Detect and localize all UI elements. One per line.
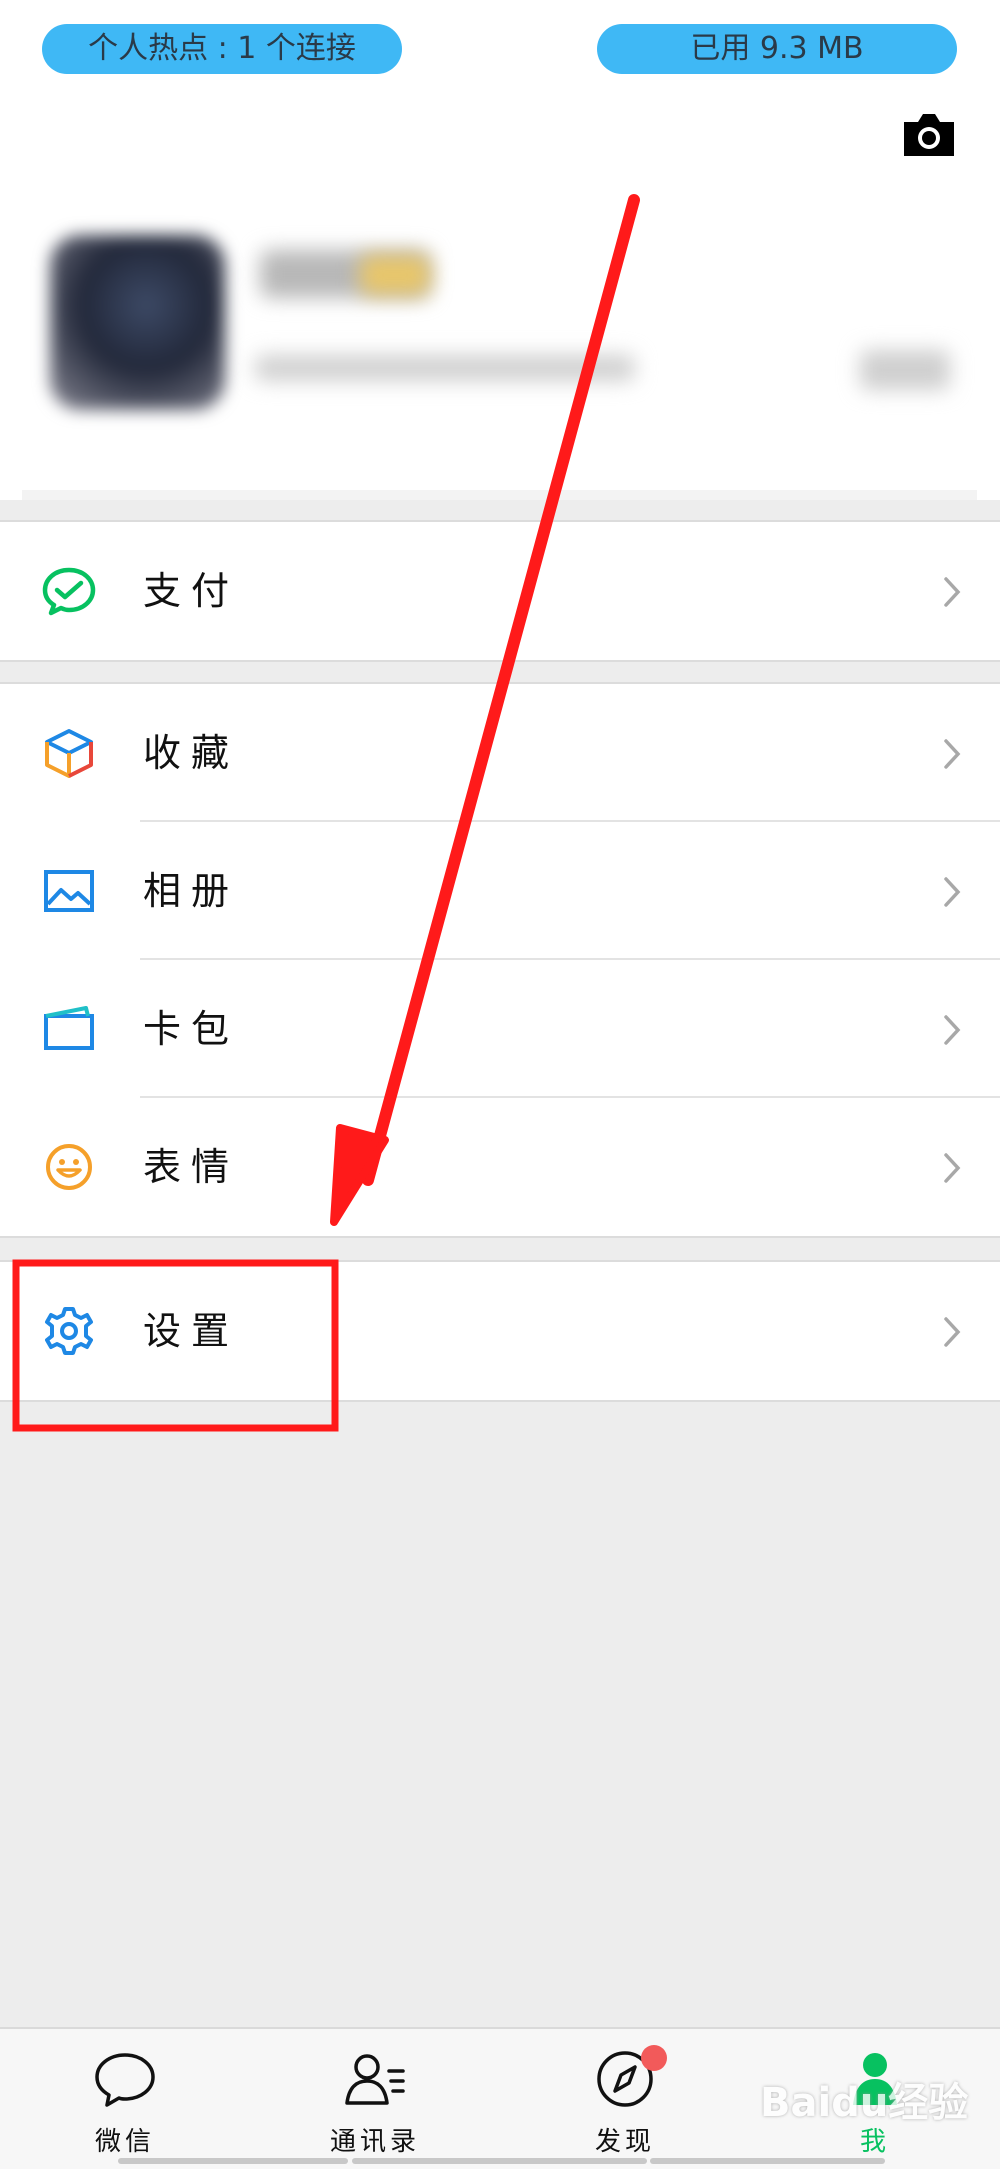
notification-badge [641, 2045, 667, 2071]
watermark: Baidu经验 [760, 2080, 969, 2126]
gesture-bar [118, 2158, 348, 2164]
menu-item-cards[interactable]: 卡包 [0, 960, 1000, 1098]
tab-label-discover: 发现 [594, 2127, 655, 2157]
menu-item-stickers[interactable]: 表情 [0, 1098, 1000, 1236]
header-divider [22, 490, 977, 500]
menu-label-stickers: 表情 [143, 1145, 240, 1189]
wechat-id-blurred [255, 355, 635, 381]
tab-discover[interactable]: 发现 [500, 2029, 750, 2169]
cube-icon [45, 729, 93, 778]
section-border [0, 660, 1000, 662]
nickname-badge-blurred [360, 255, 430, 295]
chevron-right-icon [944, 577, 961, 607]
section-border [0, 1236, 1000, 1238]
smile-icon [46, 1144, 92, 1190]
chevron-right-icon [944, 877, 961, 907]
tab-contacts[interactable]: 通讯录 [250, 2029, 500, 2169]
menu-item-album[interactable]: 相册 [0, 822, 1000, 960]
chevron-right-icon [944, 1015, 961, 1045]
gesture-bar [650, 2158, 885, 2164]
qr-code-blurred[interactable] [860, 350, 950, 390]
menu-label-album: 相册 [143, 869, 240, 913]
tab-chats[interactable]: 微信 [0, 2029, 250, 2169]
menu-item-settings[interactable]: 设置 [0, 1262, 1000, 1400]
menu-label-settings: 设置 [143, 1309, 240, 1353]
picture-icon [44, 870, 94, 912]
gesture-bar [352, 2158, 647, 2164]
chevron-right-icon [944, 739, 961, 769]
chevron-right-icon [944, 1153, 961, 1183]
tab-label-chats: 微信 [94, 2127, 155, 2157]
menu-label-pay: 支付 [143, 569, 240, 613]
contacts-icon [345, 2054, 405, 2105]
data-usage-pill: 已用 9.3 MB [597, 24, 957, 74]
menu-label-cards: 卡包 [143, 1007, 240, 1051]
chat-bubble-icon [95, 2053, 155, 2107]
gear-icon [45, 1307, 93, 1355]
wechat-pay-icon [42, 567, 96, 616]
menu-label-favorites: 收藏 [143, 731, 240, 775]
section-border [0, 1400, 1000, 1402]
menu-item-favorites[interactable]: 收藏 [0, 684, 1000, 822]
camera-icon[interactable] [900, 110, 958, 160]
chevron-right-icon [944, 1317, 961, 1347]
hotspot-status-pill: 个人热点 : 1 个连接 [42, 24, 402, 74]
tab-label-contacts: 通讯录 [329, 2127, 420, 2157]
avatar[interactable] [50, 235, 225, 410]
wallet-icon [44, 1006, 94, 1050]
menu-item-pay[interactable]: 支付 [0, 522, 1000, 660]
